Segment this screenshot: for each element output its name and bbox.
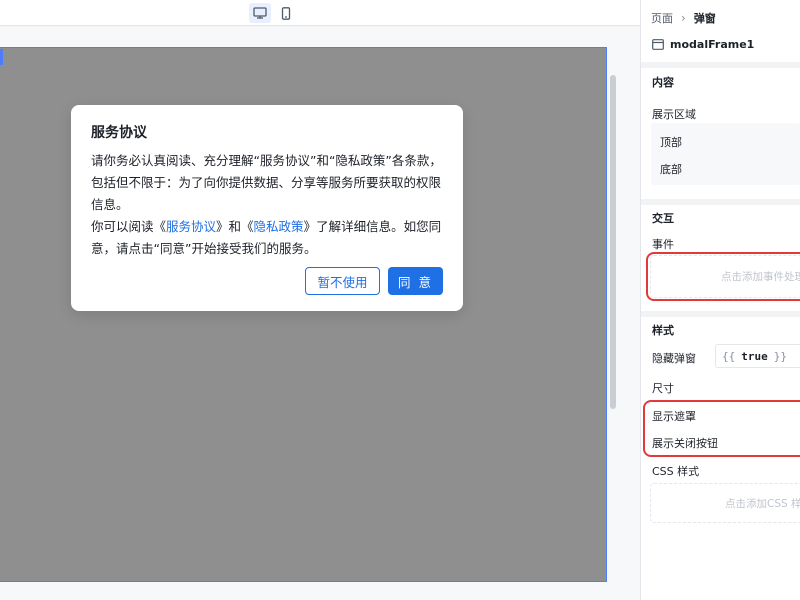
hide-modal-input[interactable]: {{ true }}	[715, 344, 800, 368]
interaction-section-title: 交互	[652, 212, 674, 225]
options-highlight-outline	[643, 400, 800, 457]
size-label: 尺寸	[652, 382, 674, 395]
modal-body: 请你务必认真阅读、充分理解“服务协议”和“隐私政策”各条款，包括但不限于：为了向…	[91, 150, 443, 260]
display-area-options: 顶部 底部	[651, 123, 800, 185]
breadcrumb: 页面 › 弹窗	[651, 10, 716, 26]
canvas-toolbar	[0, 0, 640, 26]
css-style-label: CSS 样式	[652, 465, 700, 478]
component-row: modalFrame1	[652, 38, 754, 51]
modal-actions: 暂不使用 同 意	[305, 267, 443, 295]
content-section-title: 内容	[652, 76, 674, 89]
event-label: 事件	[652, 238, 674, 251]
hide-modal-label: 隐藏弹窗	[652, 352, 696, 365]
add-css-box[interactable]: 点击添加CSS 样	[650, 483, 800, 523]
service-agreement-link[interactable]: 服务协议	[166, 219, 216, 234]
display-area-top[interactable]: 顶部	[660, 134, 682, 150]
chevron-right-icon: ›	[681, 11, 686, 25]
canvas-scrollbar[interactable]	[610, 75, 616, 409]
component-icon	[652, 39, 664, 50]
decline-button[interactable]: 暂不使用	[305, 267, 380, 295]
add-css-placeholder: 点击添加CSS 样	[725, 498, 800, 510]
close-brace: }}	[773, 349, 787, 363]
section-divider	[641, 62, 800, 68]
section-divider	[641, 199, 800, 205]
section-divider	[641, 311, 800, 317]
frame-selection-handle[interactable]	[0, 49, 3, 65]
modal-text: 》和《	[216, 219, 254, 234]
component-name[interactable]: modalFrame1	[670, 38, 754, 51]
display-area-label: 展示区域	[652, 108, 696, 121]
agree-button[interactable]: 同 意	[388, 267, 443, 295]
breadcrumb-page[interactable]: 页面	[651, 10, 673, 26]
breadcrumb-current: 弹窗	[693, 12, 716, 25]
hide-modal-value: true	[741, 349, 768, 363]
privacy-policy-link[interactable]: 隐私政策	[254, 219, 304, 234]
mobile-view-button[interactable]	[275, 3, 297, 23]
modal-paragraph-1: 请你务必认真阅读、充分理解“服务协议”和“隐私政策”各条款，包括但不限于：为了向…	[91, 153, 442, 212]
modal-paragraph-2: 你可以阅读《服务协议》和《隐私政策》了解详细信息。如您同意，请点击“同意”开始接…	[91, 216, 443, 260]
open-brace: {{	[722, 349, 736, 363]
desktop-view-button[interactable]	[249, 3, 271, 23]
mobile-icon	[281, 6, 291, 20]
desktop-icon	[253, 7, 267, 19]
style-section-title: 样式	[652, 324, 674, 337]
service-agreement-modal: 服务协议 请你务必认真阅读、充分理解“服务协议”和“隐私政策”各条款，包括但不限…	[71, 105, 463, 311]
event-highlight-outline	[646, 252, 800, 301]
modal-text: 你可以阅读《	[91, 219, 167, 234]
display-area-bottom[interactable]: 底部	[660, 161, 682, 177]
modal-title: 服务协议	[91, 125, 147, 141]
